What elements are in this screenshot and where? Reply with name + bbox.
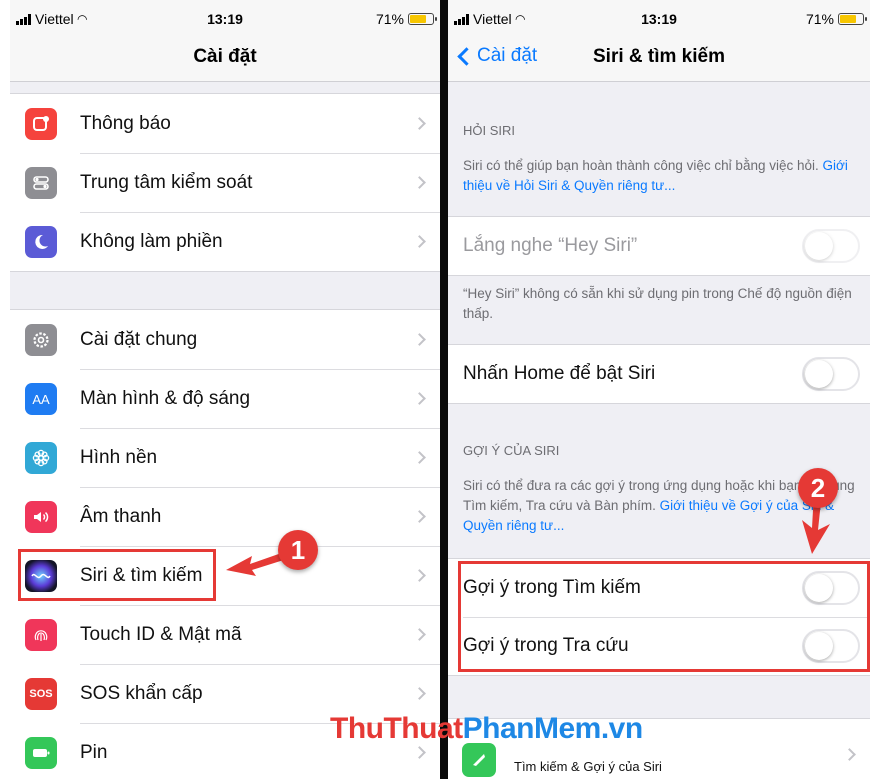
section-header-ask-siri: HỎI SIRI (463, 123, 516, 138)
chevron-right-icon (413, 392, 426, 405)
page-title: Cài đặt (193, 46, 257, 67)
hey-siri-group: Lắng nghe “Hey Siri” (448, 216, 870, 276)
watermark-part-2: PhanMem (462, 712, 602, 745)
chevron-right-icon (413, 333, 426, 346)
settings-item-do-not-disturb[interactable]: Không làm phiền (10, 212, 440, 271)
battery-percent: 71% (805, 11, 834, 27)
notifications-icon (25, 108, 57, 140)
settings-item-sounds[interactable]: Âm thanh (10, 487, 440, 546)
settings-item-notifications[interactable]: Thông báo (10, 94, 440, 153)
chevron-right-icon (413, 451, 426, 464)
chevron-right-icon (843, 747, 856, 761)
control-center-icon (25, 167, 57, 199)
watermark-part-1: ThuThuat (330, 712, 463, 745)
battery-icon (408, 13, 437, 25)
hey-siri-toggle[interactable] (802, 229, 860, 263)
screen-divider (440, 0, 448, 779)
chevron-right-icon (413, 510, 426, 523)
chevron-right-icon (413, 569, 426, 582)
chevron-right-icon (413, 628, 426, 641)
settings-item-label: Cài đặt chung (80, 328, 198, 350)
battery-percent: 71% (375, 11, 404, 27)
chevron-right-icon (413, 687, 426, 700)
hey-siri-row: Lắng nghe “Hey Siri” (448, 217, 870, 275)
settings-item-wallpaper[interactable]: Hình nền (10, 428, 440, 487)
app-icon (462, 743, 496, 777)
status-bar: Viettel ◠ 13:19 71% (448, 0, 870, 36)
home-siri-label: Nhấn Home để bật Siri (463, 363, 656, 384)
status-bar: Viettel ◠ 13:19 71% (10, 0, 440, 36)
settings-item-label: Hình nền (80, 446, 158, 468)
chevron-right-icon (413, 117, 426, 130)
settings-group-1: Thông báo Trung tâm kiểm soát Không làm … (10, 93, 440, 272)
settings-item-touch-id[interactable]: Touch ID & Mật mã (10, 605, 440, 664)
siri-row-highlight (18, 549, 216, 601)
sos-icon: SOS (25, 678, 57, 710)
settings-item-label: Trung tâm kiểm soát (80, 171, 253, 193)
siri-search-screen: Viettel ◠ 13:19 71% Cài đặt Siri & tìm k… (448, 0, 870, 779)
gear-icon (25, 324, 57, 356)
chevron-right-icon (413, 235, 426, 248)
home-siri-group: Nhấn Home để bật Siri (448, 344, 870, 404)
wallpaper-icon (25, 442, 57, 474)
step-badge-1: 1 (278, 530, 318, 570)
hey-siri-note: “Hey Siri” không có sẵn khi sử dụng pin … (463, 286, 852, 321)
settings-item-label: Không làm phiền (80, 230, 223, 252)
home-siri-row: Nhấn Home để bật Siri (448, 345, 870, 403)
watermark: ThuThuatPhanMem.vn (330, 712, 643, 746)
nav-bar: Cài đặt (10, 36, 440, 82)
hey-siri-label: Lắng nghe “Hey Siri” (463, 235, 638, 256)
chevron-right-icon (413, 746, 426, 759)
ask-siri-text: Siri có thể giúp bạn hoàn thành công việ… (463, 158, 819, 173)
sound-icon (25, 501, 57, 533)
settings-item-general[interactable]: Cài đặt chung (10, 310, 440, 369)
watermark-part-3: .vn (600, 712, 643, 745)
suggestions-highlight (458, 561, 870, 672)
settings-item-label: Màn hình & độ sáng (80, 387, 251, 409)
settings-item-label: Pin (80, 741, 108, 763)
settings-item-display[interactable]: AA Màn hình & độ sáng (10, 369, 440, 428)
nav-bar: Cài đặt Siri & tìm kiếm (448, 36, 870, 82)
settings-item-label: SOS khẩn cấp (80, 682, 203, 704)
ask-siri-description: Siri có thể giúp bạn hoàn thành công việ… (463, 156, 856, 196)
section-header-siri-suggestions: GỢI Ý CỦA SIRI (463, 443, 560, 458)
settings-screen: Viettel ◠ 13:19 71% Cài đặt Thông báo Tr… (10, 0, 440, 779)
home-siri-toggle[interactable] (802, 357, 860, 391)
display-icon: AA (25, 383, 57, 415)
battery-icon (838, 13, 867, 25)
step-badge-2: 2 (798, 468, 838, 508)
settings-item-label: Touch ID & Mật mã (80, 623, 242, 645)
battery-icon (25, 737, 57, 769)
moon-icon (25, 226, 57, 258)
page-title: Siri & tìm kiếm (593, 46, 725, 67)
chevron-right-icon (413, 176, 426, 189)
settings-item-control-center[interactable]: Trung tâm kiểm soát (10, 153, 440, 212)
settings-item-label: Âm thanh (80, 505, 162, 527)
app-search-sub: Tìm kiếm & Gợi ý của Siri (514, 759, 662, 774)
fingerprint-icon (25, 619, 57, 651)
settings-item-label: Thông báo (80, 112, 171, 134)
